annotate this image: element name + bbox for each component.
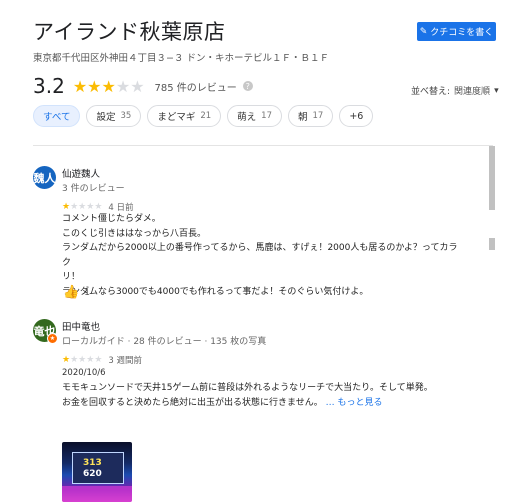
caret-down-icon: ▾: [494, 85, 499, 96]
review-line: コメント僵じたらダメ。: [62, 214, 161, 224]
chip-moe[interactable]: 萌え 17: [227, 105, 282, 127]
chip-morning[interactable]: 朝 17: [288, 105, 334, 127]
thumbs-up-icon: 👍: [63, 285, 80, 300]
photo-text: 313: [83, 458, 102, 468]
help-icon[interactable]: ?: [242, 81, 253, 91]
star-icon: ★: [94, 355, 103, 365]
scrollbar-thumb-secondary[interactable]: [489, 238, 495, 250]
review-line: お金を回収すると決めたら絶対に出玉が出る状態に行きません。 … もっと見る: [62, 396, 462, 411]
review-date: 2020/10/6: [62, 368, 106, 378]
review-text: モモキュンソードで天井15ゲーム前に普段は外れるようなリーチで大当たり。そして単…: [62, 381, 462, 410]
star-icon: ★: [78, 355, 87, 365]
filter-chips: すべて 設定 35 まどマギ 21 萌え 17 朝 17 +6: [33, 105, 374, 127]
pencil-icon: ✎: [419, 26, 428, 37]
divider: [33, 145, 493, 146]
photo-screen: [72, 452, 124, 484]
photo-glow: [62, 486, 132, 502]
scrollbar-thumb[interactable]: [489, 146, 495, 210]
chip-count: 17: [312, 111, 324, 121]
chip-count: 35: [120, 111, 132, 121]
chip-madomagi[interactable]: まどマギ 21: [147, 105, 222, 127]
place-address: 東京都千代田区外神田４丁目３−３ ドン・キホーテビル１Ｆ・Ｂ１Ｆ: [33, 53, 329, 64]
star-icon: ★: [86, 202, 95, 212]
review-stars: ★ ★ ★ ★ ★ 3 週間前: [62, 354, 142, 366]
review-line: ランダムなら3000でも4000でも作れるって事だよ！そのぐらい気付けよ。: [62, 286, 369, 297]
chip-more[interactable]: +6: [339, 105, 374, 127]
review-text: コメント僵じたらダメ。 このくじ引きははなっから八百長。 ランダムだから2000…: [62, 212, 462, 299]
review-line: モモキュンソードで天井15ゲーム前に普段は外れるようなリーチで大当たり。そして単…: [62, 383, 433, 393]
review-photo[interactable]: 313 620: [62, 442, 132, 502]
chip-count: 17: [261, 111, 272, 121]
chip-label: すべて: [43, 112, 71, 123]
star-icon: ★: [72, 76, 88, 96]
chip-label: まどマギ: [157, 112, 196, 123]
sort-value: 関連度順: [454, 87, 491, 97]
sort-label: 並べ替え:: [411, 87, 451, 97]
review-line: リ！: [62, 272, 81, 282]
chip-all[interactable]: すべて: [33, 105, 81, 127]
photo-text: 620: [83, 469, 102, 479]
rating-stars: ★★★★★: [73, 77, 145, 96]
chip-count: 21: [200, 111, 212, 121]
star-icon: ★: [94, 202, 103, 212]
review-line: このくじ引きははなっから八百長。: [62, 228, 207, 239]
chip-label: +6: [349, 110, 364, 122]
reviewer-meta: ローカルガイド · 28 件のレビュー · 135 枚の写真: [62, 337, 267, 347]
chip-label: 萌え: [237, 112, 257, 123]
star-icon: ★: [70, 202, 79, 212]
review-count: 785 件のレビュー: [154, 82, 237, 94]
place-title: アイランド秋葉原店: [33, 20, 226, 44]
star-icon: ★: [70, 355, 79, 365]
star-icon: ★: [86, 355, 95, 365]
like-button[interactable]: 👍 1: [63, 285, 90, 300]
reviewer-name[interactable]: 田中竜也: [62, 319, 100, 333]
local-guide-badge-icon: ★: [47, 333, 58, 344]
star-icon: ★: [87, 76, 102, 96]
review-line: ランダムだから2000以上の番号作ってるから、馬鹿は、すげぇ！2000人も居るの…: [62, 243, 458, 268]
review-item: 竜也 ★ 田中竜也 ローカルガイド · 28 件のレビュー · 135 枚の写真…: [33, 319, 473, 502]
star-icon: ★: [101, 76, 116, 96]
avatar[interactable]: 魏人: [33, 166, 56, 189]
star-icon: ★: [78, 202, 87, 212]
rating-summary: 3.2 ★★★★★ 785 件のレビュー ?: [33, 74, 253, 98]
star-icon: ★: [62, 355, 71, 365]
more-link[interactable]: … もっと見る: [326, 398, 383, 408]
write-review-label: クチコミを書く: [430, 28, 494, 38]
like-count: 1: [84, 287, 90, 298]
star-icon: ★: [130, 76, 145, 96]
rating-value: 3.2: [33, 74, 65, 98]
sort-dropdown[interactable]: 並べ替え: 関連度順 ▾: [411, 84, 499, 98]
reviewer-name[interactable]: 仙遊魏人: [62, 166, 100, 180]
reviewer-meta: 3 件のレビュー: [62, 184, 125, 194]
chip-label: 設定: [96, 112, 116, 123]
star-icon: ★: [62, 202, 71, 212]
review-item: 魏人 仙遊魏人 3 件のレビュー ★ ★ ★ ★ ★ 4 日前 コメント僵じたらダメ。 …: [33, 166, 473, 306]
chip-settings[interactable]: 設定 35: [86, 105, 142, 127]
review-time: 3 週間前: [108, 356, 143, 366]
star-icon: ★: [115, 76, 131, 96]
review-line-text: お金を回収すると決めたら絶対に出玉が出る状態に行きません。: [62, 397, 323, 408]
write-review-button[interactable]: ✎ クチコミを書く: [417, 22, 496, 41]
chip-label: 朝: [298, 112, 308, 123]
